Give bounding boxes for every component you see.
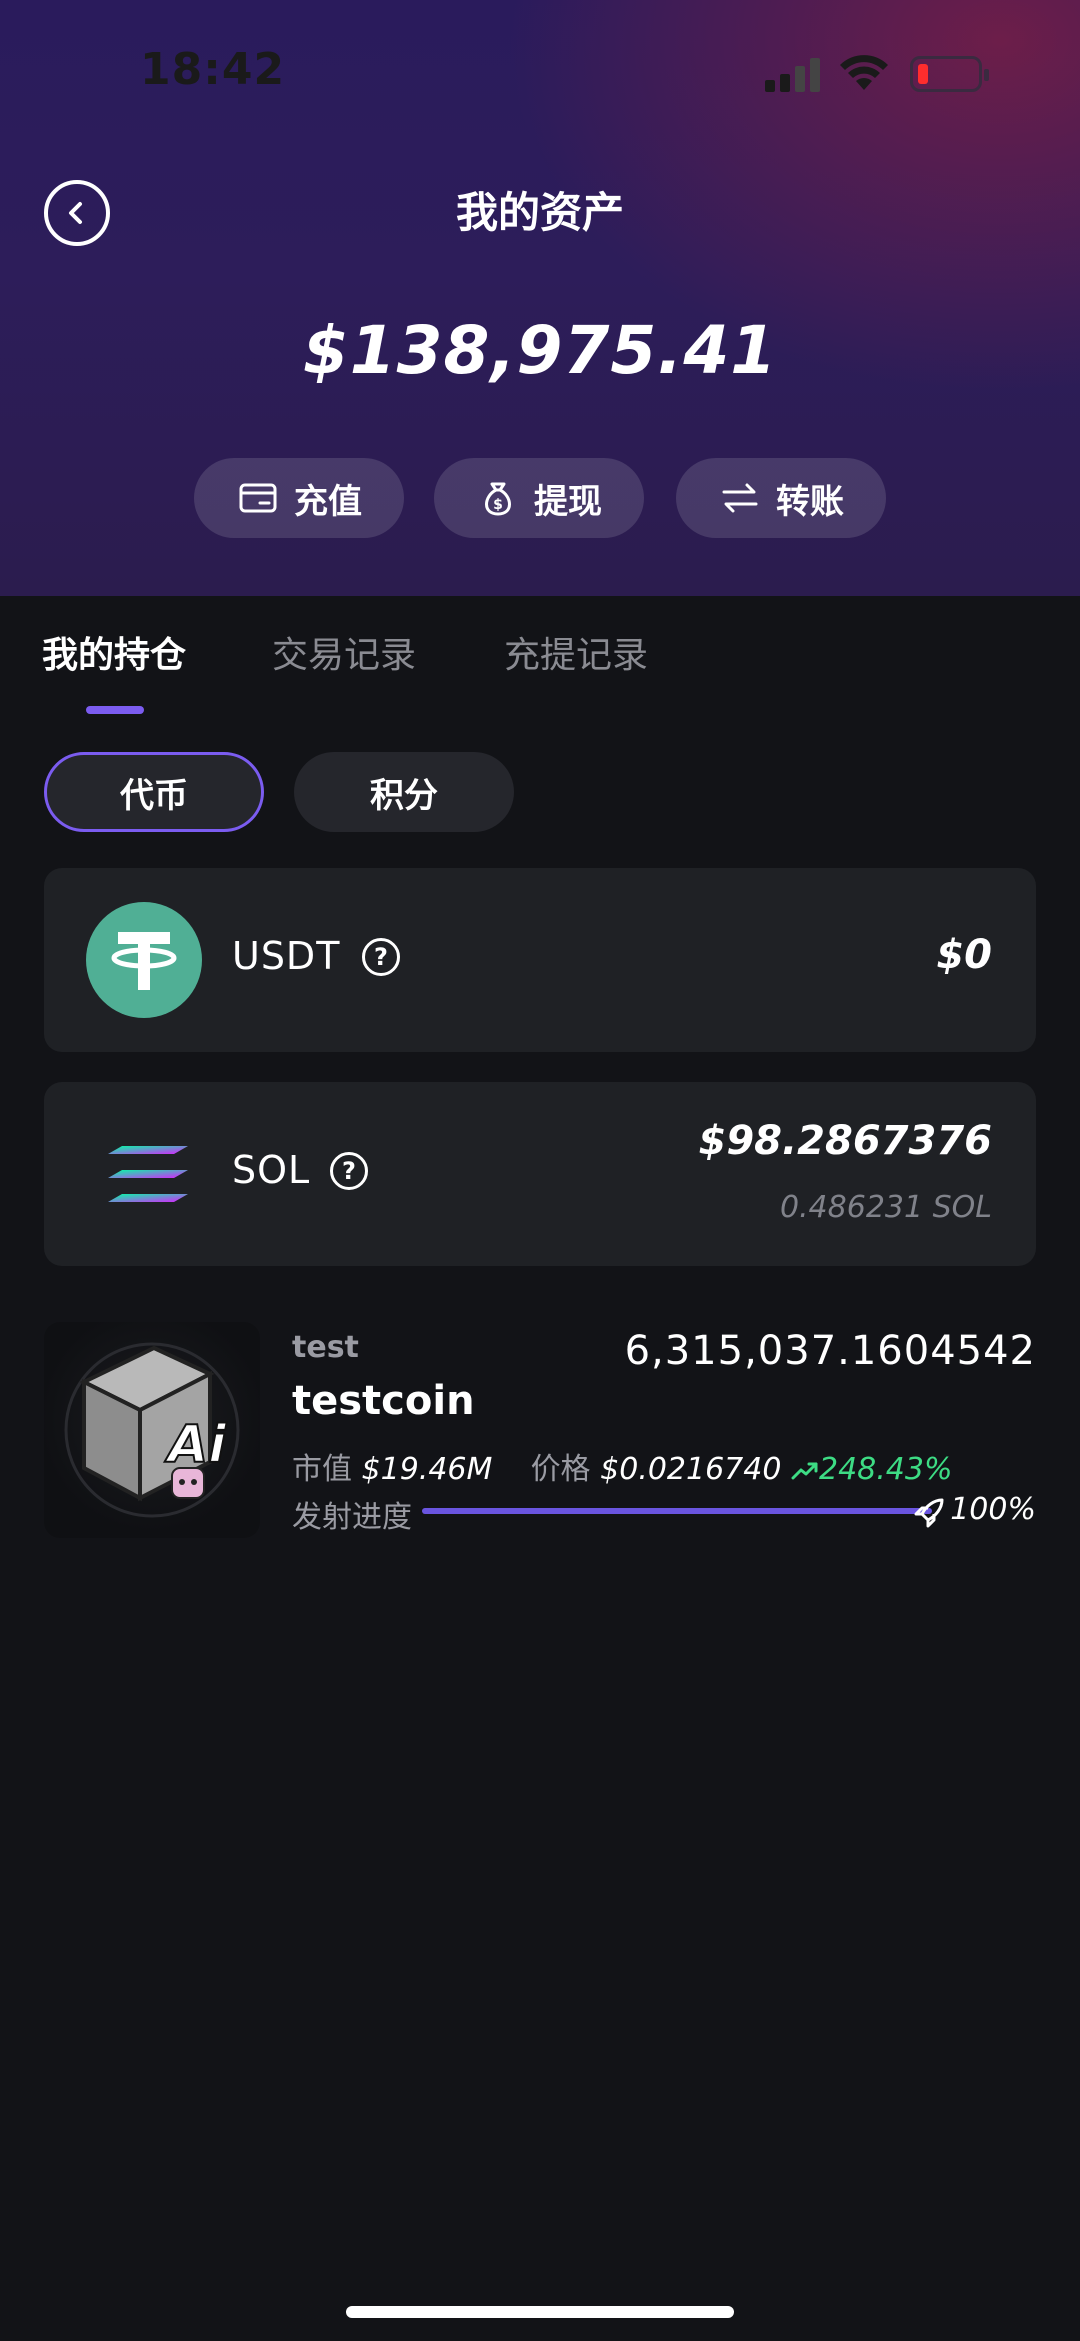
token-list-item[interactable]: Ai test testcoin 6,315,037.1604542 市值 $1…	[44, 1322, 1036, 1542]
withdraw-button[interactable]: $ 提现	[434, 458, 644, 538]
tab-indicator	[86, 706, 144, 714]
filter-points-chip[interactable]: 积分	[294, 752, 514, 832]
launch-progress-label: 发射进度	[292, 1500, 412, 1535]
deposit-label: 充值	[294, 481, 362, 522]
signal-icon	[765, 58, 823, 92]
token-amount: 6,315,037.1604542	[624, 1328, 1036, 1374]
tab-holdings[interactable]: 我的持仓	[42, 626, 186, 678]
help-icon[interactable]: ?	[362, 938, 400, 976]
usdt-icon	[86, 902, 202, 1018]
wifi-icon	[840, 55, 888, 90]
header: 18:42 我的资产 $138,975.41 充值 $ 提现 转账	[0, 0, 1080, 596]
asset-value: $98.2867376	[698, 1118, 992, 1164]
market-cap-label: 市值	[292, 1452, 352, 1487]
battery-icon	[910, 56, 989, 92]
asset-name: USDT	[232, 934, 341, 978]
deposit-button[interactable]: 充值	[194, 458, 404, 538]
price-label: 价格	[530, 1452, 591, 1487]
status-bar: 18:42	[0, 0, 1080, 140]
token-name: testcoin	[292, 1378, 475, 1424]
launch-progress-fill	[422, 1508, 932, 1514]
rocket-icon	[914, 1498, 944, 1528]
svg-text:$: $	[493, 497, 503, 513]
filter-chips: 代币 积分	[44, 752, 844, 832]
asset-amount: 0.486231 SOL	[779, 1190, 992, 1225]
ai-cube-icon: Ai	[64, 1342, 240, 1518]
launch-progress-bar	[422, 1508, 932, 1514]
tab-bar: 我的持仓 交易记录 充提记录	[0, 596, 1080, 726]
card-icon	[239, 483, 277, 513]
transfer-button[interactable]: 转账	[676, 458, 886, 538]
market-cap-value: $19.46M	[361, 1452, 493, 1487]
asset-card-sol[interactable]: SOL ? $98.2867376 0.486231 SOL	[44, 1082, 1036, 1266]
withdraw-label: 提现	[534, 481, 602, 522]
launch-progress-percent: 100%	[950, 1492, 1036, 1527]
token-symbol: test	[292, 1330, 359, 1365]
tab-trade-history[interactable]: 交易记录	[272, 626, 416, 678]
filter-tokens-chip[interactable]: 代币	[44, 752, 264, 832]
token-image: Ai	[44, 1322, 260, 1538]
home-indicator	[346, 2306, 734, 2318]
tab-deposit-withdraw-history[interactable]: 充提记录	[504, 626, 648, 678]
help-icon[interactable]: ?	[330, 1152, 368, 1190]
asset-name: SOL	[232, 1148, 311, 1192]
status-time: 18:42	[140, 44, 286, 95]
price-change: 248.43%	[818, 1452, 953, 1487]
money-bag-icon: $	[485, 482, 511, 516]
svg-text:Ai: Ai	[164, 1415, 227, 1475]
asset-value: $0	[936, 932, 992, 978]
page-title: 我的资产	[455, 188, 624, 237]
total-balance: $138,975.41	[302, 312, 778, 389]
price-value: $0.0216740	[600, 1452, 782, 1487]
token-stats: 市值 $19.46M 价格 $0.0216740 248.43%	[292, 1444, 952, 1488]
action-bar: 充值 $ 提现 转账	[194, 458, 886, 538]
transfer-label: 转账	[776, 481, 844, 522]
asset-card-usdt[interactable]: USDT ? $0	[44, 868, 1036, 1052]
solana-icon	[108, 1146, 188, 1202]
transfer-icon	[722, 483, 758, 513]
trend-up-icon	[791, 1462, 818, 1479]
